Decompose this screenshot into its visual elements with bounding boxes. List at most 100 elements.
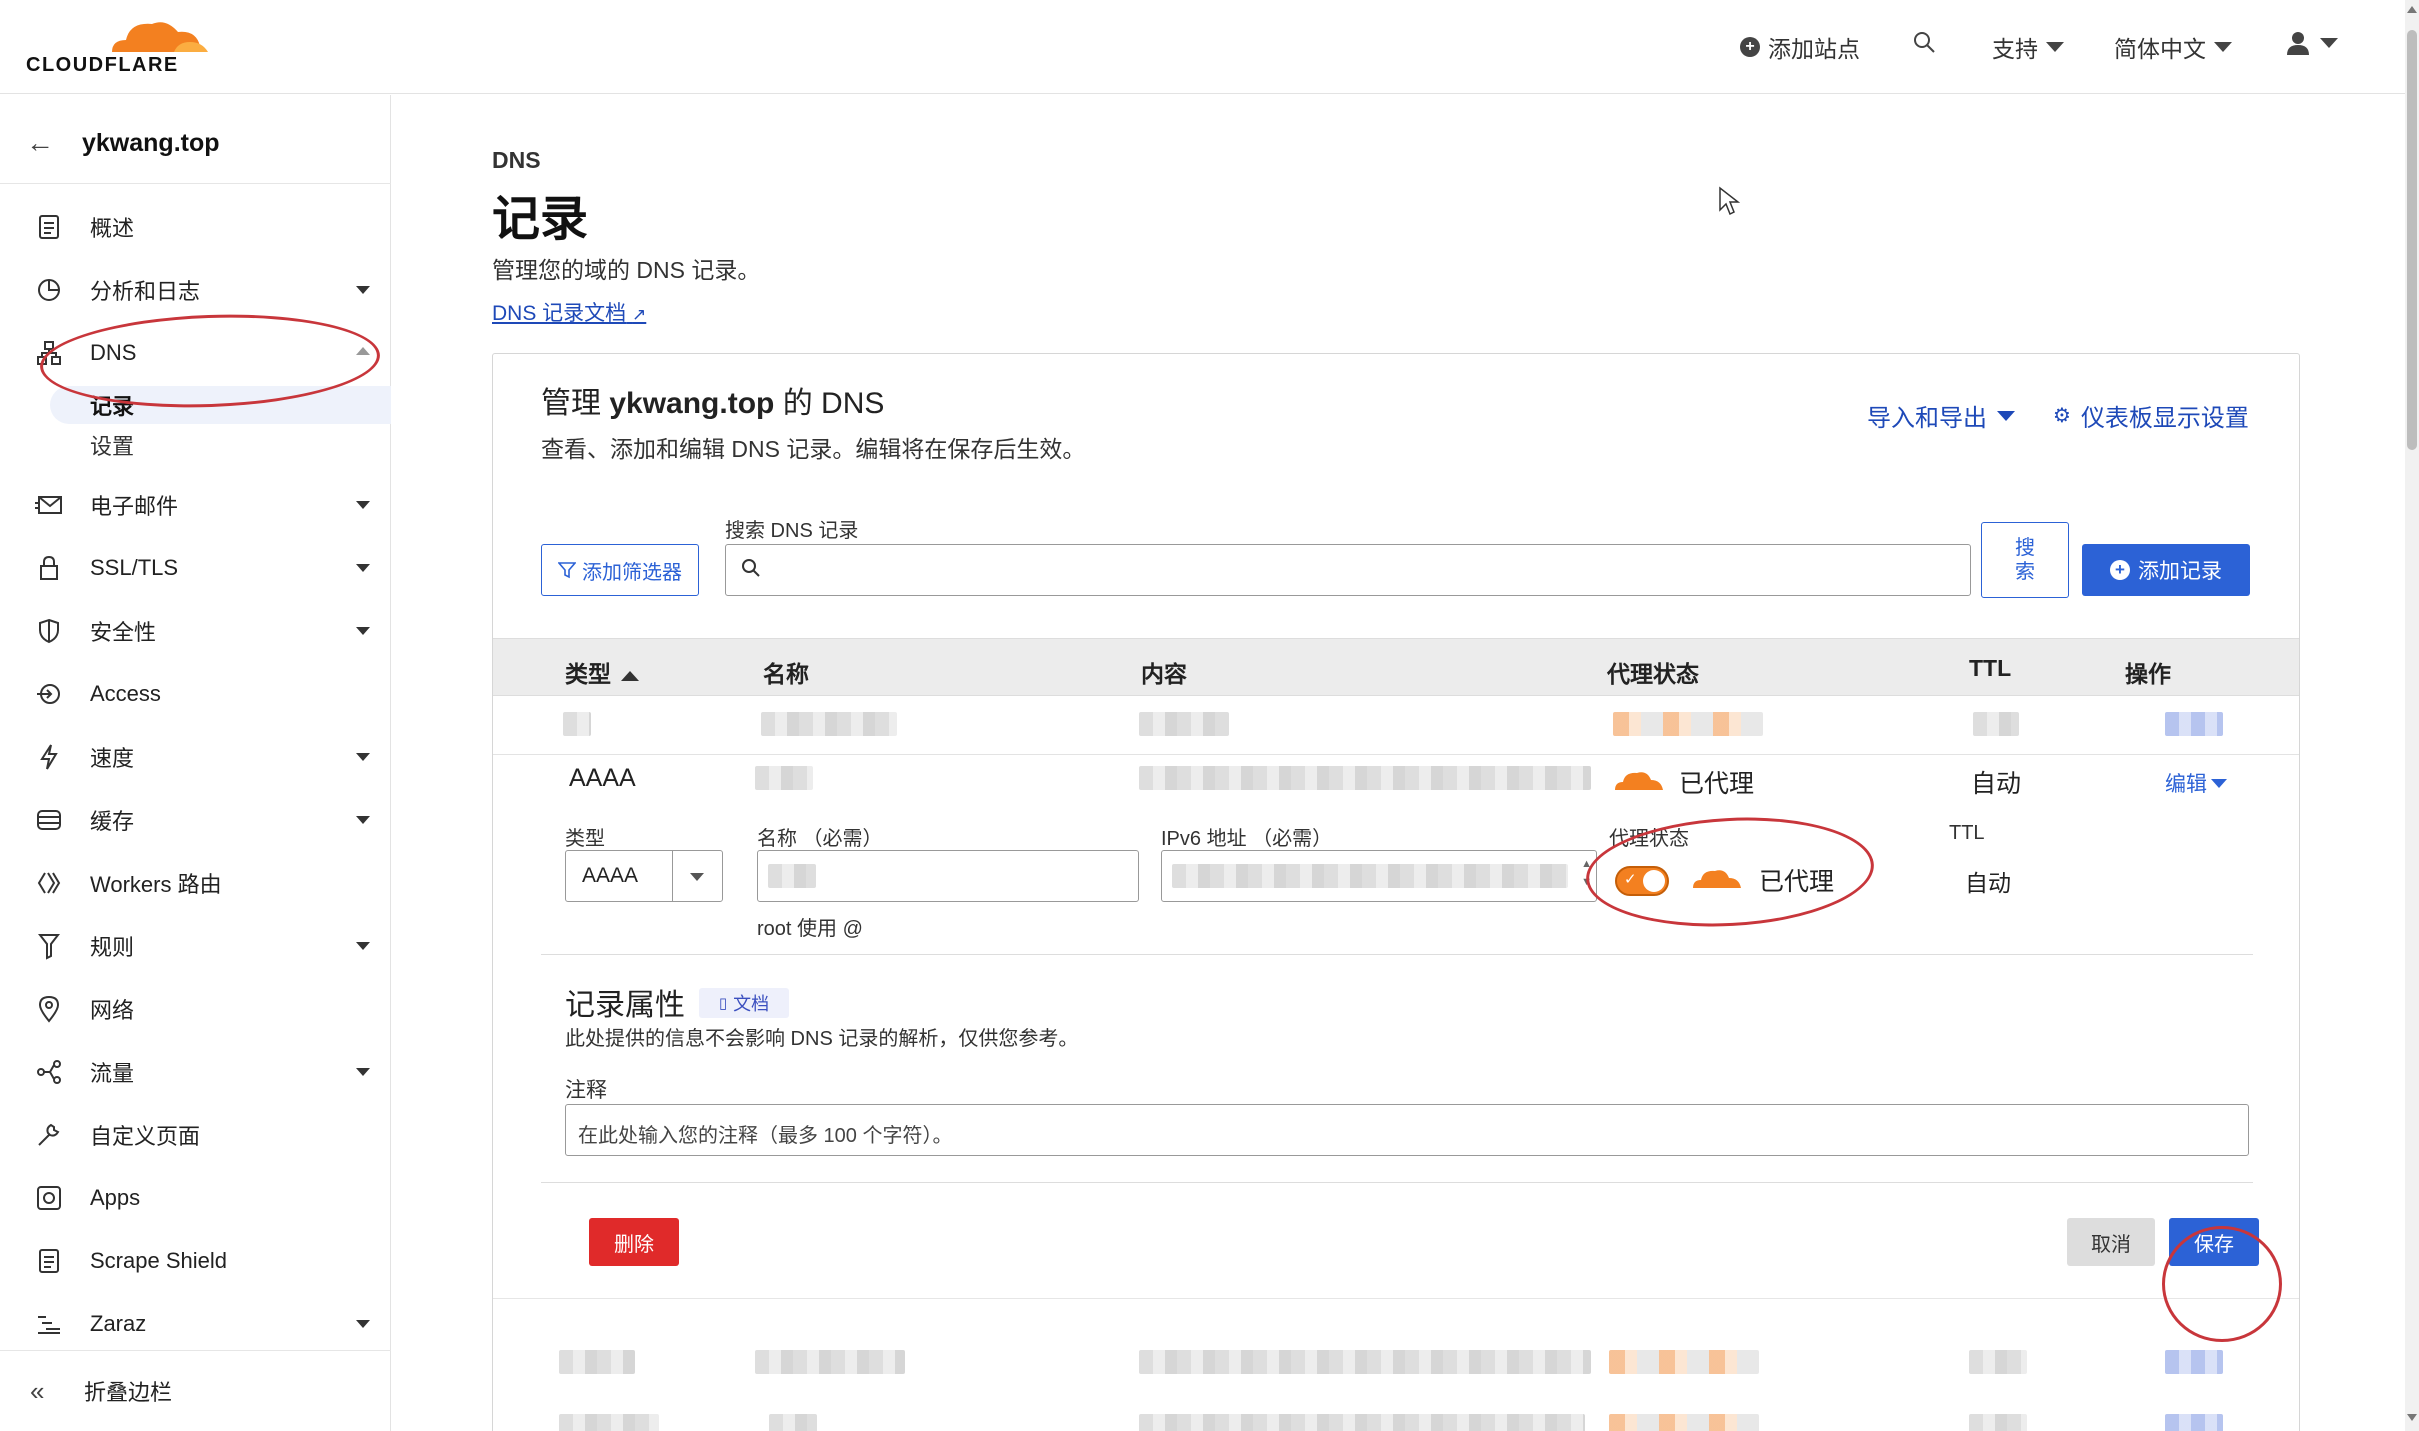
sidebar-item-cache[interactable]: 缓存	[0, 796, 391, 844]
dns-docs-link[interactable]: DNS 记录文档 ↗	[492, 297, 646, 327]
add-record-button[interactable]: + 添加记录	[2082, 544, 2250, 596]
sidebar-item-apps[interactable]: Apps	[0, 1174, 391, 1222]
sidebar-item-security[interactable]: 安全性	[0, 607, 391, 655]
redacted-text	[1139, 712, 1229, 736]
sidebar-item-label: 分析和日志	[90, 279, 201, 304]
vertical-scrollbar[interactable]	[2405, 0, 2419, 1431]
sidebar-item-custom-pages[interactable]: 自定义页面	[0, 1111, 391, 1159]
column-header-ttl: TTL	[1969, 655, 2012, 681]
storage-icon	[34, 805, 64, 835]
comment-input[interactable]: 在此处输入您的注释（最多 100 个字符）。	[565, 1104, 2249, 1156]
sidebar-item-ssl[interactable]: SSL/TLS	[0, 544, 391, 592]
sidebar-item-access[interactable]: Access	[0, 670, 391, 718]
sidebar-item-zaraz[interactable]: Zaraz	[0, 1300, 391, 1348]
sidebar-item-traffic[interactable]: 流量	[0, 1048, 391, 1096]
search-icon	[1914, 32, 1935, 53]
search-button[interactable]: 搜索	[1981, 522, 2069, 598]
chevron-down-icon	[356, 1320, 370, 1328]
redacted-text	[2165, 1350, 2223, 1374]
lightning-icon	[34, 742, 64, 772]
language-label: 简体中文	[2114, 36, 2206, 62]
redacted-text	[563, 712, 591, 736]
redacted-text	[1139, 1350, 1591, 1374]
comment-placeholder: 在此处输入您的注释（最多 100 个字符）。	[578, 1125, 953, 1147]
sidebar-item-label: 电子邮件	[90, 494, 179, 519]
double-chevron-left-icon: «	[30, 1375, 45, 1406]
column-header-content: 内容	[1141, 661, 1187, 687]
support-label: 支持	[1992, 36, 2038, 62]
edit-record-button[interactable]: 编辑	[2165, 768, 2227, 798]
sidebar-item-workers[interactable]: Workers 路由	[0, 859, 391, 907]
ipv6-input[interactable]: ▲ ▼	[1161, 850, 1597, 902]
search-input[interactable]	[725, 544, 1971, 596]
page-title: 记录	[492, 193, 589, 246]
filter-icon	[558, 562, 576, 579]
name-hint: root 使用 @	[757, 918, 863, 940]
sort-ascending-icon	[621, 670, 640, 681]
chevron-down-icon	[2320, 38, 2338, 48]
search-button[interactable]	[1912, 30, 1936, 54]
row-divider	[493, 754, 2299, 755]
redacted-text	[1139, 766, 1591, 790]
dashboard-settings-link[interactable]: ⚙ 仪表板显示设置	[2053, 398, 2249, 433]
plus-circle-icon: +	[1740, 37, 1760, 57]
back-to-sites-link[interactable]: ← ykwang.top	[26, 123, 326, 163]
add-filter-label: 添加筛选器	[582, 561, 682, 584]
sidebar-item-speed[interactable]: 速度	[0, 733, 391, 781]
proxied-cloud-icon	[1615, 772, 1663, 790]
pie-chart-icon	[34, 275, 64, 305]
account-menu[interactable]	[2284, 30, 2338, 56]
docs-badge[interactable]: ▯ 文档	[699, 988, 789, 1018]
collapse-sidebar-button[interactable]: « 折叠边栏	[0, 1350, 391, 1431]
document-icon	[34, 1246, 64, 1276]
lock-icon	[34, 553, 64, 583]
sidebar-item-label: Apps	[90, 1185, 141, 1210]
redacted-text	[559, 1350, 635, 1374]
location-pin-icon	[34, 994, 64, 1024]
cancel-button[interactable]: 取消	[2067, 1218, 2155, 1266]
sidebar-item-scrape-shield[interactable]: Scrape Shield	[0, 1237, 391, 1285]
card-title: 管理 ykwang.top 的 DNS	[541, 378, 884, 422]
column-header-type[interactable]: 类型	[565, 655, 640, 689]
sidebar-item-rules[interactable]: 规则	[0, 922, 391, 970]
sidebar-item-overview[interactable]: 概述	[0, 203, 391, 251]
type-select[interactable]: AAAA	[565, 850, 723, 902]
chevron-down-icon	[356, 753, 370, 761]
proxy-status: 已代理	[1679, 770, 1755, 798]
redacted-text	[755, 766, 813, 790]
sidebar-subitem-settings[interactable]: 设置	[50, 426, 391, 464]
sidebar-item-email[interactable]: 电子邮件	[0, 481, 391, 529]
scroll-up-icon[interactable]	[2407, 6, 2417, 13]
add-site-button[interactable]: + 添加站点	[1740, 30, 1860, 64]
edit-label: 编辑	[2165, 773, 2207, 796]
card-title-suffix: 的 DNS	[774, 387, 885, 420]
dns-docs-link-label: DNS 记录文档	[492, 302, 627, 325]
sidebar-item-network[interactable]: 网络	[0, 985, 391, 1033]
record-attributes-description: 此处提供的信息不会影响 DNS 记录的解析，仅供您参考。	[565, 1028, 1079, 1050]
chevron-down-icon	[2046, 42, 2064, 52]
external-link-icon: ↗	[632, 305, 647, 324]
language-menu[interactable]: 简体中文	[2114, 30, 2232, 64]
delete-button[interactable]: 删除	[589, 1218, 679, 1266]
sidebar-item-analytics[interactable]: 分析和日志	[0, 266, 391, 314]
redacted-text	[1609, 1414, 1759, 1431]
ttl-label: TTL	[1949, 822, 1985, 844]
name-input[interactable]	[757, 850, 1139, 902]
docs-badge-label: 文档	[733, 994, 770, 1014]
sidebar-divider	[0, 183, 391, 184]
sidebar-item-label: Zaraz	[90, 1311, 147, 1336]
sidebar-item-label: 速度	[90, 746, 135, 771]
ttl-field-value: 自动	[1965, 870, 2011, 896]
cloudflare-logo[interactable]: CLOUDFLARE	[26, 16, 208, 76]
collapse-sidebar-label: 折叠边栏	[84, 1380, 173, 1405]
redacted-text	[1139, 1414, 1585, 1431]
support-menu[interactable]: 支持	[1992, 30, 2064, 64]
add-filter-button[interactable]: 添加筛选器	[541, 544, 699, 596]
column-header-label: 类型	[565, 661, 611, 687]
import-export-menu[interactable]: 导入和导出	[1867, 398, 2015, 433]
scrollbar-thumb[interactable]	[2407, 30, 2417, 450]
name-label: 名称 （必需）	[757, 828, 883, 850]
form-divider	[541, 954, 2253, 955]
scroll-down-icon[interactable]	[2407, 1414, 2417, 1421]
caret-down-icon	[2211, 778, 2227, 788]
